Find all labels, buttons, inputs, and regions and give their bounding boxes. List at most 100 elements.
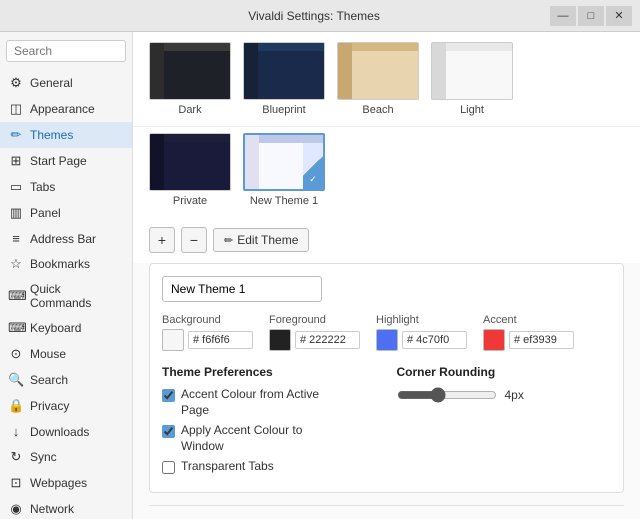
sidebar-item-themes[interactable]: ✏ Themes <box>0 122 132 148</box>
foreground-color-field: Foreground <box>269 314 360 351</box>
background-swatch[interactable] <box>162 329 184 351</box>
sidebar-item-appearance[interactable]: ◫ Appearance <box>0 96 132 122</box>
accent-color-field: Accent <box>483 314 574 351</box>
corner-rounding-value: 4px <box>505 388 524 402</box>
preview-topbar <box>446 43 512 51</box>
theme-label-new-theme: New Theme 1 <box>250 195 318 207</box>
theme-preview-blueprint <box>243 42 325 100</box>
accent-active-checkbox[interactable] <box>162 389 175 402</box>
background-color-field: Background <box>162 314 253 351</box>
minimize-button[interactable]: — <box>550 6 576 26</box>
accent-hex-input[interactable] <box>509 331 574 349</box>
theme-private[interactable]: Private <box>149 133 231 207</box>
sidebar-item-label: Search <box>30 373 68 387</box>
sidebar-item-keyboard[interactable]: ⌨ Keyboard <box>0 315 132 341</box>
checkbox-transparent-tabs: Transparent Tabs <box>162 459 377 475</box>
highlight-hex-input[interactable] <box>402 331 467 349</box>
preview-content <box>446 51 512 99</box>
sidebar-item-start-page[interactable]: ⊞ Start Page <box>0 148 132 174</box>
sidebar-item-label: Panel <box>30 206 61 220</box>
sidebar-item-privacy[interactable]: 🔒 Privacy <box>0 393 132 419</box>
search-icon: 🔍 <box>8 372 24 388</box>
themes-row: Dark Blueprint Beach <box>133 32 640 127</box>
search-input[interactable] <box>6 40 126 62</box>
sidebar-item-bookmarks[interactable]: ☆ Bookmarks <box>0 251 132 277</box>
highlight-color-field: Highlight <box>376 314 467 351</box>
theme-preview-dark <box>149 42 231 100</box>
foreground-hex-input[interactable] <box>295 331 360 349</box>
webpages-icon: ⊡ <box>8 475 24 491</box>
window-controls: — □ ✕ <box>550 6 632 26</box>
private-window-section: PRIVATE WINDOW THEME Select theme to use… <box>133 506 640 519</box>
sidebar-item-tabs[interactable]: ▭ Tabs <box>0 174 132 200</box>
sidebar-item-label: Downloads <box>30 425 89 439</box>
highlight-label: Highlight <box>376 314 467 326</box>
maximize-button[interactable]: □ <box>578 6 604 26</box>
corner-rounding-title: Corner Rounding <box>397 365 612 379</box>
sidebar-item-sync[interactable]: ↻ Sync <box>0 444 132 470</box>
sidebar-item-address-bar[interactable]: ≡ Address Bar <box>0 226 132 251</box>
remove-theme-button[interactable]: − <box>181 227 207 253</box>
background-label: Background <box>162 314 253 326</box>
sidebar-item-search[interactable]: 🔍 Search <box>0 367 132 393</box>
theme-preview-private <box>149 133 231 191</box>
foreground-swatch[interactable] <box>269 329 291 351</box>
add-theme-button[interactable]: + <box>149 227 175 253</box>
accent-swatch[interactable] <box>483 329 505 351</box>
preview-sidebar <box>338 43 352 99</box>
sidebar-item-label: Address Bar <box>30 232 96 246</box>
sidebar-item-general[interactable]: ⚙ General <box>0 70 132 96</box>
preview-content <box>258 51 324 99</box>
theme-light[interactable]: Light <box>431 42 513 116</box>
privacy-icon: 🔒 <box>8 398 24 414</box>
preview-topbar <box>352 43 418 51</box>
preview-topbar <box>258 43 324 51</box>
sidebar-item-label: Network <box>30 502 74 516</box>
theme-name-input[interactable] <box>162 276 322 302</box>
network-icon: ◉ <box>8 501 24 517</box>
theme-label-private: Private <box>173 195 207 207</box>
theme-toolbar: + − ✏ Edit Theme <box>133 217 640 263</box>
theme-preview-new-theme: ✓ <box>243 133 325 191</box>
theme-label-light: Light <box>460 104 484 116</box>
apply-accent-checkbox[interactable] <box>162 425 175 438</box>
sidebar-item-label: Webpages <box>30 476 87 490</box>
background-input-row <box>162 329 253 351</box>
checkbox-accent-active: Accent Colour from ActivePage <box>162 387 377 418</box>
appearance-icon: ◫ <box>8 101 24 117</box>
theme-label-beach: Beach <box>362 104 393 116</box>
theme-beach[interactable]: Beach <box>337 42 419 116</box>
theme-dark[interactable]: Dark <box>149 42 231 116</box>
preview-content <box>164 51 230 99</box>
corner-rounding-slider[interactable] <box>397 387 497 403</box>
theme-preview-beach <box>337 42 419 100</box>
sidebar-item-panel[interactable]: ▥ Panel <box>0 200 132 226</box>
sync-icon: ↻ <box>8 449 24 465</box>
downloads-icon: ↓ <box>8 424 24 439</box>
accent-active-label: Accent Colour from ActivePage <box>181 387 319 418</box>
edit-theme-button[interactable]: ✏ Edit Theme <box>213 228 309 252</box>
theme-label-blueprint: Blueprint <box>262 104 305 116</box>
sidebar-item-quick-commands[interactable]: ⌨ Quick Commands <box>0 277 132 315</box>
theme-new-theme[interactable]: ✓ New Theme 1 <box>243 133 325 207</box>
highlight-input-row <box>376 329 467 351</box>
theme-blueprint[interactable]: Blueprint <box>243 42 325 116</box>
transparent-tabs-checkbox[interactable] <box>162 461 175 474</box>
sidebar-item-label: Privacy <box>30 399 69 413</box>
close-button[interactable]: ✕ <box>606 6 632 26</box>
sidebar-item-label: Start Page <box>30 154 87 168</box>
sidebar-item-mouse[interactable]: ⊙ Mouse <box>0 341 132 367</box>
checkbox-apply-accent: Apply Accent Colour toWindow <box>162 423 377 454</box>
selected-checkmark: ✓ <box>306 172 320 186</box>
sidebar: ⚙ General ◫ Appearance ✏ Themes ⊞ Start … <box>0 32 133 519</box>
sidebar-item-network[interactable]: ◉ Network <box>0 496 132 519</box>
preview-sidebar <box>245 135 259 189</box>
highlight-swatch[interactable] <box>376 329 398 351</box>
sidebar-item-webpages[interactable]: ⊡ Webpages <box>0 470 132 496</box>
theme-label-dark: Dark <box>178 104 201 116</box>
sidebar-item-downloads[interactable]: ↓ Downloads <box>0 419 132 444</box>
preview-sidebar <box>432 43 446 99</box>
background-hex-input[interactable] <box>188 331 253 349</box>
slider-row: 4px <box>397 387 612 403</box>
apply-accent-label: Apply Accent Colour toWindow <box>181 423 302 454</box>
